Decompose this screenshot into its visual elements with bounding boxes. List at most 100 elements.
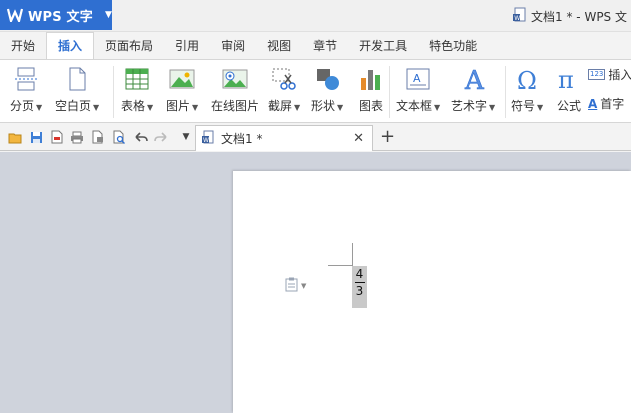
svg-text:π: π — [558, 66, 574, 93]
ribbon-divider — [505, 66, 506, 118]
chart-icon — [355, 64, 387, 94]
quick-access-bar: ▼ W 文档1 * ✕ + — [0, 124, 631, 151]
document-icon: W — [202, 130, 215, 147]
tab-developer[interactable]: 开发工具 — [348, 33, 418, 59]
print-preview-icon[interactable] — [90, 129, 106, 145]
tab-insert[interactable]: 插入 — [46, 32, 95, 59]
chevron-down-icon: ▼ — [36, 103, 43, 112]
online-picture-label: 在线图片 — [211, 99, 260, 113]
app-menu-button[interactable]: WPS 文字 ▼ — [0, 0, 112, 30]
wordart-button[interactable]: A 艺术字 ▼ — [451, 64, 495, 114]
window-title-text: 文档1 * - WPS 文 — [531, 9, 627, 24]
picture-button[interactable]: 图片 ▼ — [166, 64, 198, 114]
wordart-icon: A — [457, 64, 489, 94]
blank-page-label: 空白页 — [55, 99, 92, 113]
export-pdf-icon[interactable] — [48, 129, 64, 145]
page-break-label: 分页 — [10, 99, 35, 113]
window-title: W 文档1 * - WPS 文 — [513, 7, 627, 25]
wps-logo-icon — [6, 6, 24, 24]
chart-label: 图表 — [358, 99, 383, 113]
formula-label: 公式 — [556, 99, 581, 113]
table-button[interactable]: 表格 ▼ — [121, 64, 153, 114]
online-picture-button[interactable]: 在线图片 — [211, 64, 259, 114]
close-icon[interactable]: ✕ — [353, 131, 364, 146]
omega-icon: Ω — [511, 64, 543, 94]
svg-text:A: A — [464, 66, 485, 93]
screenshot-button[interactable]: 截屏 ▼ — [268, 64, 300, 114]
symbol-label: 符号 — [511, 99, 536, 113]
document-tab[interactable]: W 文档1 * ✕ — [195, 125, 373, 151]
chevron-down-icon: ▼ — [301, 282, 307, 290]
chevron-down-icon: ▼ — [434, 103, 441, 112]
tab-features[interactable]: 特色功能 — [418, 33, 488, 59]
document-page[interactable]: ▼ 4 3 — [233, 171, 631, 413]
shapes-icon — [311, 64, 343, 94]
picture-icon — [166, 64, 198, 94]
chevron-down-icon: ▼ — [147, 103, 154, 112]
dropcap-label: 首字 — [600, 97, 625, 111]
tab-review[interactable]: 审阅 — [210, 33, 256, 59]
insert-ribbon: 分页 ▼ 空白页 ▼ 表格 ▼ 图片 ▼ 在线图片 截屏 ▼ 形状 ▼ 图表 A… — [0, 59, 631, 123]
insert-number-label: 插入 — [608, 68, 631, 82]
shapes-button[interactable]: 形状 ▼ — [311, 64, 343, 114]
textbox-button[interactable]: A 文本框 ▼ — [396, 64, 440, 114]
chart-button[interactable]: 图表 — [355, 64, 387, 114]
tab-page-layout[interactable]: 页面布局 — [94, 33, 164, 59]
tab-references[interactable]: 引用 — [164, 33, 210, 59]
chevron-down-icon: ▼ — [537, 103, 544, 112]
preview-search-icon[interactable] — [111, 129, 127, 145]
pi-icon: π — [553, 64, 585, 94]
picture-label: 图片 — [166, 99, 191, 113]
document-icon: W — [513, 7, 527, 25]
scissors-icon — [268, 64, 300, 94]
screenshot-label: 截屏 — [268, 99, 293, 113]
open-folder-icon[interactable] — [7, 129, 23, 145]
dropcap-icon: A — [588, 96, 598, 111]
clipboard-icon — [285, 277, 298, 295]
redo-icon[interactable] — [153, 129, 169, 145]
margin-marker — [352, 243, 353, 266]
svg-text:Ω: Ω — [517, 67, 537, 93]
formula-button[interactable]: π 公式 — [553, 64, 585, 114]
document-tab-label: 文档1 * — [221, 132, 263, 146]
page-break-icon — [10, 64, 42, 94]
print-icon[interactable] — [69, 129, 85, 145]
wordart-label: 艺术字 — [451, 99, 488, 113]
fraction-numerator: 4 — [355, 267, 364, 281]
tab-view[interactable]: 视图 — [256, 33, 302, 59]
paste-options-button[interactable]: ▼ — [285, 277, 306, 295]
wps-window: WPS 文字 ▼ W 文档1 * - WPS 文 开始 插入 页面布局 引用 审… — [0, 0, 631, 413]
tab-section[interactable]: 章节 — [302, 33, 348, 59]
ribbon-divider — [113, 66, 114, 118]
symbol-button[interactable]: Ω 符号 ▼ — [511, 64, 543, 114]
blank-page-button[interactable]: 空白页 ▼ — [55, 64, 99, 114]
title-bar: WPS 文字 ▼ W 文档1 * - WPS 文 — [0, 0, 631, 32]
ribbon-tab-bar: 开始 插入 页面布局 引用 审阅 视图 章节 开发工具 特色功能 — [0, 32, 631, 59]
tab-home[interactable]: 开始 — [0, 33, 46, 59]
margin-marker — [328, 265, 352, 266]
fraction-denominator: 3 — [355, 284, 364, 298]
undo-icon[interactable] — [133, 129, 149, 145]
save-icon[interactable] — [28, 129, 44, 145]
online-picture-icon — [219, 64, 251, 94]
svg-text:A: A — [413, 72, 421, 85]
table-label: 表格 — [121, 99, 146, 113]
chevron-down-icon: ▼ — [93, 103, 100, 112]
dropcap-button[interactable]: A 首字 — [588, 95, 624, 112]
selected-fraction[interactable]: 4 3 — [352, 266, 367, 308]
insert-number-button[interactable]: 123 插入 — [588, 66, 631, 83]
chevron-down-icon: ▼ — [294, 103, 301, 112]
textbox-label: 文本框 — [396, 99, 433, 113]
shapes-label: 形状 — [311, 99, 336, 113]
table-icon — [121, 64, 153, 94]
svg-text:W: W — [514, 15, 520, 22]
customize-dropdown-icon[interactable]: ▼ — [178, 129, 194, 145]
chevron-down-icon: ▼ — [104, 10, 112, 20]
page-break-button[interactable]: 分页 ▼ — [10, 64, 42, 114]
blank-page-icon — [61, 64, 93, 94]
svg-text:W: W — [203, 137, 209, 144]
new-tab-plus-icon[interactable]: + — [380, 127, 395, 147]
app-name: WPS 文字 — [28, 9, 93, 25]
chevron-down-icon: ▼ — [192, 103, 199, 112]
document-workspace: ▼ 4 3 — [0, 152, 631, 413]
